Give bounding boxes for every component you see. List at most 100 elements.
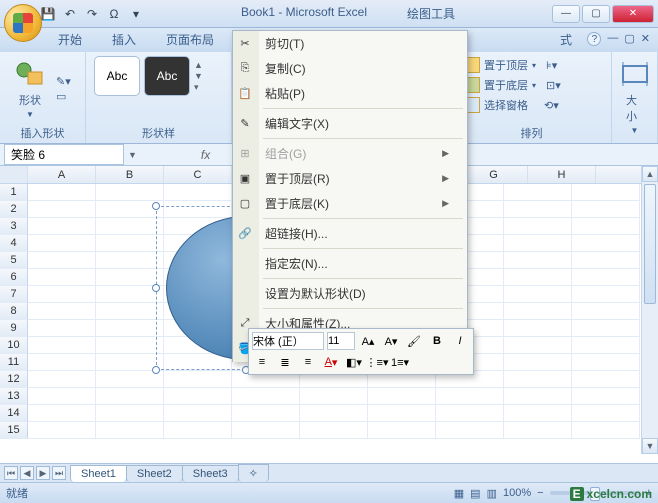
minimize-button[interactable]: — [552,5,580,23]
numbering-icon[interactable]: 1≡▾ [390,353,410,371]
shapes-button[interactable]: 形状 ▼ [8,56,52,121]
zoom-level[interactable]: 100% [503,487,531,499]
submenu-arrow-icon: ▶ [442,198,449,209]
vertical-scrollbar[interactable]: ▲ ▼ [641,166,658,454]
col-header[interactable]: G [460,166,528,183]
row-header[interactable]: 1 [0,184,28,201]
status-ready: 就绪 [6,485,28,501]
shrink-font-icon[interactable]: A▾ [381,332,401,350]
name-box[interactable]: 笑脸 6 [4,144,124,165]
ctx-send-back[interactable]: ▢置于底层(K)▶ [259,191,467,216]
separator [263,138,463,139]
style-brush-icon[interactable]: 🖌 [404,332,424,350]
italic-icon[interactable]: I [450,332,470,350]
scroll-up-icon[interactable]: ▲ [642,166,658,182]
sheet-tab-1[interactable]: Sheet1 [70,465,127,482]
view-normal-icon[interactable]: ▦ [454,487,464,500]
scroll-down-icon[interactable]: ▼ [642,438,658,454]
resize-handle[interactable] [152,202,160,210]
ctx-cut[interactable]: ✂剪切(T) [259,31,467,56]
bring-front-button[interactable]: 置于顶层▾ ⊧▾ [460,56,603,74]
save-icon[interactable]: 💾 [40,6,56,22]
view-break-icon[interactable]: ▥ [487,487,497,500]
row-header[interactable]: 3 [0,218,28,235]
new-sheet-button[interactable]: ✧ [238,464,269,482]
mdi-close-button[interactable]: ✕ [641,32,650,46]
bullets-icon[interactable]: ⋮≡▾ [367,353,387,371]
resize-handle[interactable] [152,284,160,292]
namebox-dropdown-icon[interactable]: ▼ [128,150,137,160]
tab-home[interactable]: 开始 [52,27,88,52]
ctx-hyperlink[interactable]: 🔗超链接(H)... [259,221,467,246]
close-button[interactable]: ✕ [612,5,654,23]
symbol-icon[interactable]: Ω [106,6,122,22]
qat-dropdown-icon[interactable]: ▾ [128,6,144,22]
style-scroll-down-icon[interactable]: ▼ [194,71,203,81]
row-header[interactable]: 2 [0,201,28,218]
row-header[interactable]: 15 [0,422,28,439]
edit-shape-icon[interactable]: ✎▾ [56,75,71,88]
align-center-icon[interactable]: ≣ [275,353,295,371]
scroll-thumb[interactable] [644,184,656,304]
col-header[interactable]: B [96,166,164,183]
resize-handle[interactable] [152,366,160,374]
font-color-icon[interactable]: A▾ [321,353,341,371]
font-family-input[interactable] [252,332,324,350]
send-back-button[interactable]: 置于底层▾ ⊡▾ [460,76,603,94]
sheet-nav-last-icon[interactable]: ⏭ [52,466,66,480]
help-icon[interactable]: ? [587,32,601,46]
row-header[interactable]: 14 [0,405,28,422]
row-header[interactable]: 10 [0,337,28,354]
ctx-bring-front[interactable]: ▣置于顶层(R)▶ [259,166,467,191]
row-header[interactable]: 13 [0,388,28,405]
text-box-icon[interactable]: ▭ [56,90,71,103]
fill-color-icon[interactable]: ◧▾ [344,353,364,371]
ctx-default-shape[interactable]: 设置为默认形状(D) [259,281,467,306]
size-button[interactable]: 大小 ▼ [620,56,649,137]
row-header[interactable]: 7 [0,286,28,303]
view-layout-icon[interactable]: ▤ [470,487,480,500]
redo-icon[interactable]: ↷ [84,6,100,22]
row-header[interactable]: 12 [0,371,28,388]
selection-pane-button[interactable]: 选择窗格 ⟲▾ [460,96,603,114]
shape-style-2[interactable]: Abc [144,56,190,96]
row-header[interactable]: 4 [0,235,28,252]
sheet-nav-first-icon[interactable]: ⏮ [4,466,18,480]
sheet-tab-2[interactable]: Sheet2 [126,465,183,482]
select-all-corner[interactable] [0,166,28,183]
title-bar: 💾 ↶ ↷ Ω ▾ Book1 - Microsoft Excel 绘图工具 —… [0,0,658,28]
mdi-restore-button[interactable]: ▢ [624,32,634,46]
ctx-assign-macro[interactable]: 指定宏(N)... [259,251,467,276]
col-header[interactable]: H [528,166,596,183]
tab-page-layout[interactable]: 页面布局 [160,27,220,52]
font-size-input[interactable] [327,332,355,350]
ctx-copy[interactable]: ⎘复制(C) [259,56,467,81]
row-header[interactable]: 9 [0,320,28,337]
sheet-nav-prev-icon[interactable]: ◀ [20,466,34,480]
office-button[interactable] [4,4,42,42]
row-header[interactable]: 5 [0,252,28,269]
col-header[interactable]: A [28,166,96,183]
style-more-icon[interactable]: ▾ [194,82,203,93]
align-right-icon[interactable]: ≡ [298,353,318,371]
maximize-button[interactable]: ▢ [582,5,610,23]
fx-icon[interactable]: fx [197,148,214,162]
shape-style-1[interactable]: Abc [94,56,140,96]
col-header[interactable]: C [164,166,232,183]
tab-insert[interactable]: 插入 [106,27,142,52]
grow-font-icon[interactable]: A▴ [358,332,378,350]
style-scroll-up-icon[interactable]: ▲ [194,60,203,70]
row-header[interactable]: 6 [0,269,28,286]
tab-format[interactable]: 式 [554,27,578,52]
zoom-out-icon[interactable]: − [537,487,543,499]
bold-icon[interactable]: B [427,332,447,350]
ctx-paste[interactable]: 📋粘贴(P) [259,81,467,106]
mdi-minimize-button[interactable]: — [607,32,618,46]
sheet-nav-next-icon[interactable]: ▶ [36,466,50,480]
undo-icon[interactable]: ↶ [62,6,78,22]
align-left-icon[interactable]: ≡ [252,353,272,371]
sheet-tab-3[interactable]: Sheet3 [182,465,239,482]
row-header[interactable]: 8 [0,303,28,320]
row-header[interactable]: 11 [0,354,28,371]
ctx-edit-text[interactable]: ✎编辑文字(X) [259,111,467,136]
